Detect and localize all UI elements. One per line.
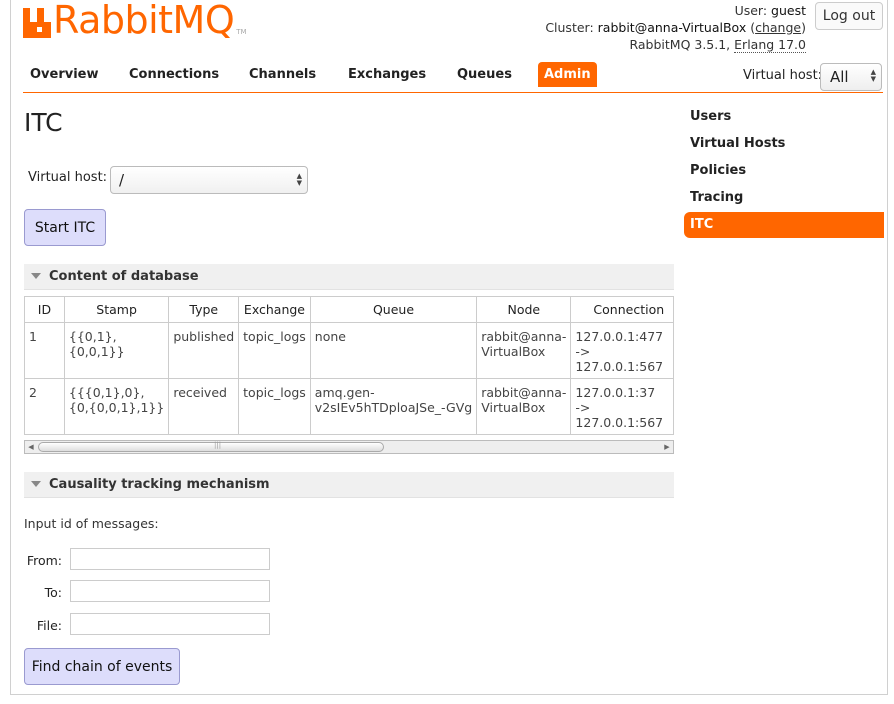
- cluster-name: rabbit@anna-VirtualBox: [597, 20, 747, 35]
- col-header-type[interactable]: Type: [168, 296, 240, 323]
- to-label: To:: [44, 585, 62, 600]
- table-row: 2 {{{0,1},0}, {0,{0,0,1},1}} received top…: [24, 378, 674, 435]
- to-input[interactable]: [70, 580, 270, 602]
- vhost-label: Virtual host:: [28, 170, 108, 185]
- file-label: File:: [36, 618, 62, 633]
- from-label: From:: [26, 553, 62, 568]
- content-section-header[interactable]: Content of database: [24, 264, 674, 290]
- content-table: ID Stamp Type Exchange Queue Node Connec…: [24, 296, 674, 435]
- col-header-node[interactable]: Node: [476, 296, 572, 323]
- start-itc-button[interactable]: Start ITC: [24, 209, 106, 246]
- trademark: TM: [236, 28, 247, 36]
- cell-stamp: {{0,1}, {0,0,1}}: [63, 322, 170, 379]
- vhost-filter-label: Virtual host:: [743, 68, 823, 83]
- logout-button[interactable]: Log out: [815, 2, 883, 30]
- cell-exchange: topic_logs: [238, 322, 311, 379]
- tab-overview[interactable]: Overview: [24, 62, 105, 87]
- cell-connection: 127.0.0.1:477 -> 127.0.0.1:567: [570, 322, 674, 379]
- collapse-triangle-icon: [31, 481, 41, 487]
- tab-connections[interactable]: Connections: [123, 62, 225, 87]
- col-header-exchange[interactable]: Exchange: [238, 296, 311, 323]
- table-horizontal-scrollbar[interactable]: ◀ ||| ▶: [24, 440, 674, 454]
- sidebar-item-policies[interactable]: Policies: [690, 163, 746, 178]
- select-arrows-icon: ▲ ▼: [296, 172, 302, 187]
- col-header-queue[interactable]: Queue: [309, 296, 478, 323]
- col-header-stamp[interactable]: Stamp: [63, 296, 170, 323]
- logo-text: RabbitMQ: [53, 0, 235, 42]
- rabbitmq-logo[interactable]: RabbitMQ TM: [23, 0, 247, 42]
- cell-id: 1: [24, 322, 65, 379]
- cell-stamp: {{{0,1},0}, {0,{0,0,1},1}}: [63, 378, 170, 435]
- cell-id: 2: [24, 378, 65, 435]
- input-instruction: Input id of messages:: [24, 516, 159, 531]
- causality-section-header[interactable]: Causality tracking mechanism: [24, 472, 674, 498]
- col-header-id[interactable]: ID: [24, 296, 65, 323]
- select-arrows-icon: ▲ ▼: [870, 68, 876, 83]
- version-text: RabbitMQ 3.5.1,: [629, 37, 731, 52]
- content-table-container: ID Stamp Type Exchange Queue Node Connec…: [24, 296, 674, 435]
- sidebar-item-itc[interactable]: ITC: [684, 212, 884, 238]
- find-chain-button[interactable]: Find chain of events: [24, 648, 180, 685]
- cell-node: rabbit@anna- VirtualBox: [476, 378, 572, 435]
- tab-exchanges[interactable]: Exchanges: [342, 62, 432, 87]
- rabbit-logo-icon: [23, 8, 51, 38]
- user-name: guest: [771, 3, 806, 18]
- scroll-left-icon[interactable]: ◀: [25, 441, 37, 453]
- cell-type: published: [168, 322, 240, 379]
- tab-admin[interactable]: Admin: [538, 62, 597, 87]
- cell-connection: 127.0.0.1:37 -> 127.0.0.1:567: [570, 378, 674, 435]
- nav-underline: [23, 92, 883, 93]
- cell-queue: none: [309, 322, 478, 379]
- file-input[interactable]: [70, 613, 270, 635]
- erlang-version[interactable]: Erlang 17.0: [734, 37, 806, 53]
- cell-type: received: [168, 378, 240, 435]
- sidebar-item-virtual-hosts[interactable]: Virtual Hosts: [690, 136, 785, 151]
- scroll-right-icon[interactable]: ▶: [661, 441, 673, 453]
- col-header-connection[interactable]: Connection: [570, 296, 674, 323]
- cell-queue: amq.gen-v2sIEv5hTDploaJSe_-GVg: [309, 378, 478, 435]
- sidebar-item-users[interactable]: Users: [690, 109, 731, 124]
- table-row: 1 {{0,1}, {0,0,1}} published topic_logs n…: [24, 322, 674, 379]
- cell-node: rabbit@anna- VirtualBox: [476, 322, 572, 379]
- vhost-select[interactable]: / ▲ ▼: [110, 166, 308, 194]
- scrollbar-thumb[interactable]: |||: [38, 441, 384, 452]
- tab-channels[interactable]: Channels: [243, 62, 322, 87]
- change-cluster-link[interactable]: change: [755, 20, 801, 35]
- tab-queues[interactable]: Queues: [451, 62, 518, 87]
- collapse-triangle-icon: [31, 273, 41, 279]
- table-header-row: ID Stamp Type Exchange Queue Node Connec…: [24, 296, 674, 323]
- sidebar-item-tracing[interactable]: Tracing: [690, 190, 743, 205]
- vhost-filter-select[interactable]: All ▲ ▼: [820, 63, 882, 91]
- page-title: ITC: [24, 108, 63, 137]
- from-input[interactable]: [70, 548, 270, 570]
- cell-exchange: topic_logs: [238, 378, 311, 435]
- user-info: User: guest Cluster: rabbit@anna-Virtual…: [545, 3, 806, 53]
